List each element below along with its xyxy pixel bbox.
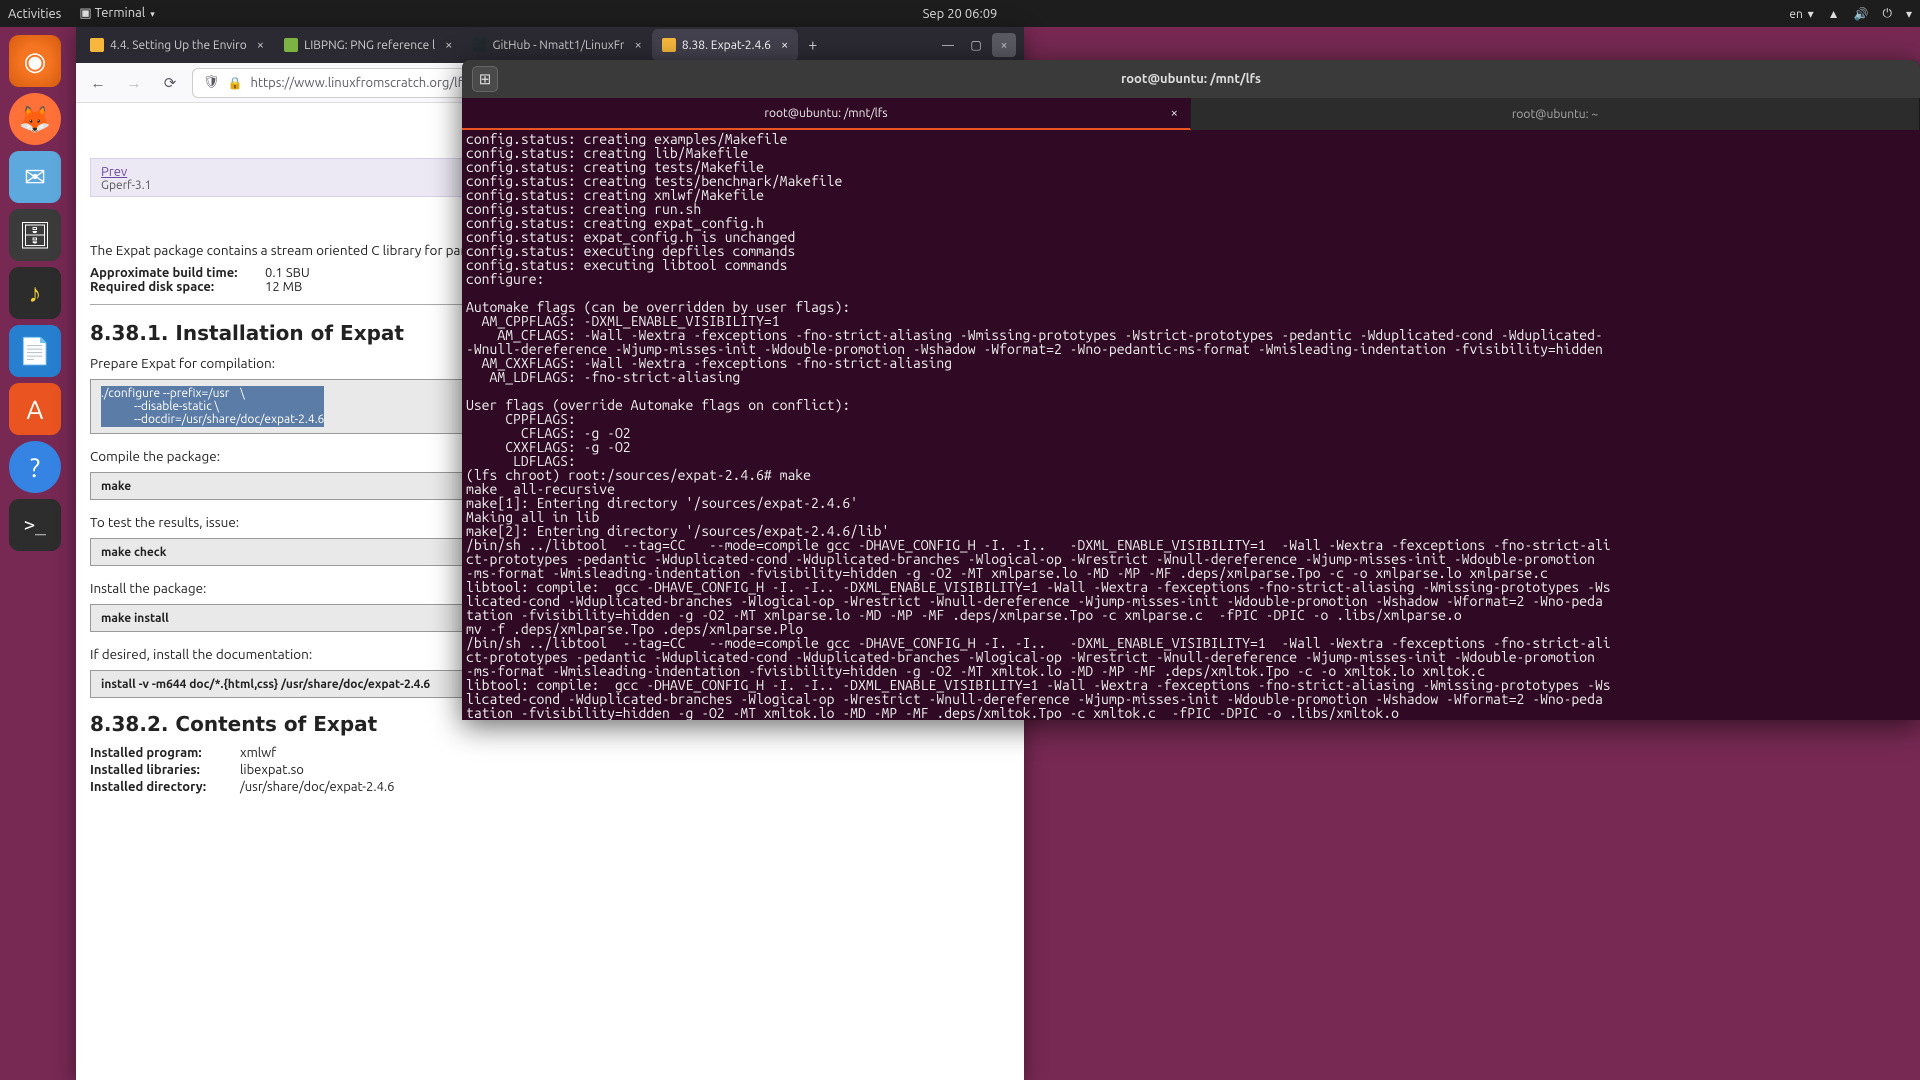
installed-program-value: xmlwf	[240, 746, 276, 760]
chevron-down-icon: ▾	[150, 9, 155, 19]
shield-icon: 🛡	[203, 75, 220, 90]
minimize-button[interactable]: —	[936, 33, 960, 57]
disk-label: Required disk space:	[90, 280, 265, 294]
build-time-label: Approximate build time:	[90, 266, 265, 280]
dock-store-icon[interactable]: A	[9, 383, 61, 435]
installed-dir-label: Installed directory:	[90, 780, 240, 794]
terminal-tabstrip: root@ubuntu: /mnt/lfs × root@ubuntu: ~	[462, 98, 1920, 130]
close-icon[interactable]: ×	[445, 38, 452, 52]
favicon-icon	[662, 38, 676, 52]
terminal-tab-label: root@ubuntu: /mnt/lfs	[764, 107, 887, 120]
installed-lib-label: Installed libraries:	[90, 763, 240, 777]
dock-terminal-icon[interactable]: >_	[9, 499, 61, 551]
dock-ubuntu-icon[interactable]: ◉	[9, 35, 61, 87]
volume-icon[interactable]: 🔊	[1854, 7, 1869, 21]
browser-tab[interactable]: LIBPNG: PNG reference l ×	[274, 29, 462, 61]
browser-tab[interactable]: GitHub - Nmatt1/LinuxFr ×	[463, 29, 652, 61]
close-icon[interactable]: ×	[1171, 106, 1178, 120]
dock-help-icon[interactable]: ?	[9, 441, 61, 493]
url-text: https://www.linuxfromscratch.org/lfs	[250, 76, 468, 90]
terminal-output[interactable]: config.status: creating examples/Makefil…	[462, 130, 1920, 720]
browser-tab[interactable]: 4.4. Setting Up the Enviro ×	[80, 29, 274, 61]
favicon-icon	[473, 38, 487, 52]
tab-title: GitHub - Nmatt1/LinuxFr	[493, 39, 625, 52]
terminal-new-tab-button[interactable]: ⊞	[472, 66, 498, 92]
favicon-icon	[90, 38, 104, 52]
prev-subtitle: Gperf-3.1	[101, 179, 151, 192]
forward-button[interactable]: →	[120, 69, 148, 97]
dock-files-icon[interactable]: 🗄	[9, 209, 61, 261]
installed-dir-value: /usr/share/doc/expat-2.4.6	[240, 780, 394, 794]
installed-program-label: Installed program:	[90, 746, 240, 760]
terminal-title: root@ubuntu: /mnt/lfs	[1121, 72, 1261, 86]
terminal-window: ⊞ root@ubuntu: /mnt/lfs root@ubuntu: /mn…	[462, 60, 1920, 720]
lang-indicator[interactable]: en ▾	[1789, 7, 1813, 21]
tab-title: LIBPNG: PNG reference l	[304, 39, 435, 52]
firefox-tabstrip: 4.4. Setting Up the Enviro × LIBPNG: PNG…	[76, 27, 1024, 63]
activities-button[interactable]: Activities	[8, 7, 61, 21]
terminal-tab[interactable]: root@ubuntu: ~	[1191, 98, 1920, 130]
terminal-tab-active[interactable]: root@ubuntu: /mnt/lfs ×	[462, 98, 1191, 130]
chevron-down-icon[interactable]: ▾	[1906, 7, 1912, 21]
tab-title: 4.4. Setting Up the Enviro	[110, 39, 247, 52]
terminal-icon: ▣	[79, 6, 91, 20]
app-menu[interactable]: ▣ Terminal ▾	[79, 6, 154, 21]
tab-title: 8.38. Expat-2.4.6	[682, 39, 771, 52]
close-icon[interactable]: ×	[634, 38, 641, 52]
close-icon[interactable]: ×	[257, 38, 264, 52]
dock-office-icon[interactable]: 📄	[9, 325, 61, 377]
installed-lib-value: libexpat.so	[240, 763, 304, 777]
maximize-button[interactable]: ▢	[964, 33, 988, 57]
dock-mail-icon[interactable]: ✉	[9, 151, 61, 203]
clock[interactable]: Sep 20 06:09	[923, 7, 998, 21]
dock-firefox-icon[interactable]: 🦊	[9, 93, 61, 145]
prev-link[interactable]: Prev	[101, 165, 127, 179]
close-button[interactable]: ×	[992, 33, 1016, 57]
terminal-titlebar[interactable]: ⊞ root@ubuntu: /mnt/lfs	[462, 60, 1920, 98]
reload-button[interactable]: ⟳	[156, 69, 184, 97]
terminal-tab-label: root@ubuntu: ~	[1512, 108, 1598, 121]
build-time-value: 0.1 SBU	[265, 266, 310, 280]
browser-tab-active[interactable]: 8.38. Expat-2.4.6 ×	[652, 29, 798, 61]
lock-icon: 🔒	[228, 76, 243, 90]
new-tab-button[interactable]: +	[798, 36, 827, 54]
disk-value: 12 MB	[265, 280, 302, 294]
dock-music-icon[interactable]: ♪	[9, 267, 61, 319]
back-button[interactable]: ←	[84, 69, 112, 97]
favicon-icon	[284, 38, 298, 52]
close-icon[interactable]: ×	[781, 38, 788, 52]
gnome-topbar: Activities ▣ Terminal ▾ Sep 20 06:09 en …	[0, 0, 1920, 27]
power-icon[interactable]: ⏻	[1882, 7, 1892, 21]
dock: ◉ 🦊 ✉ 🗄 ♪ 📄 A ? >_	[0, 27, 70, 1080]
network-icon[interactable]: ▲	[1828, 7, 1840, 21]
